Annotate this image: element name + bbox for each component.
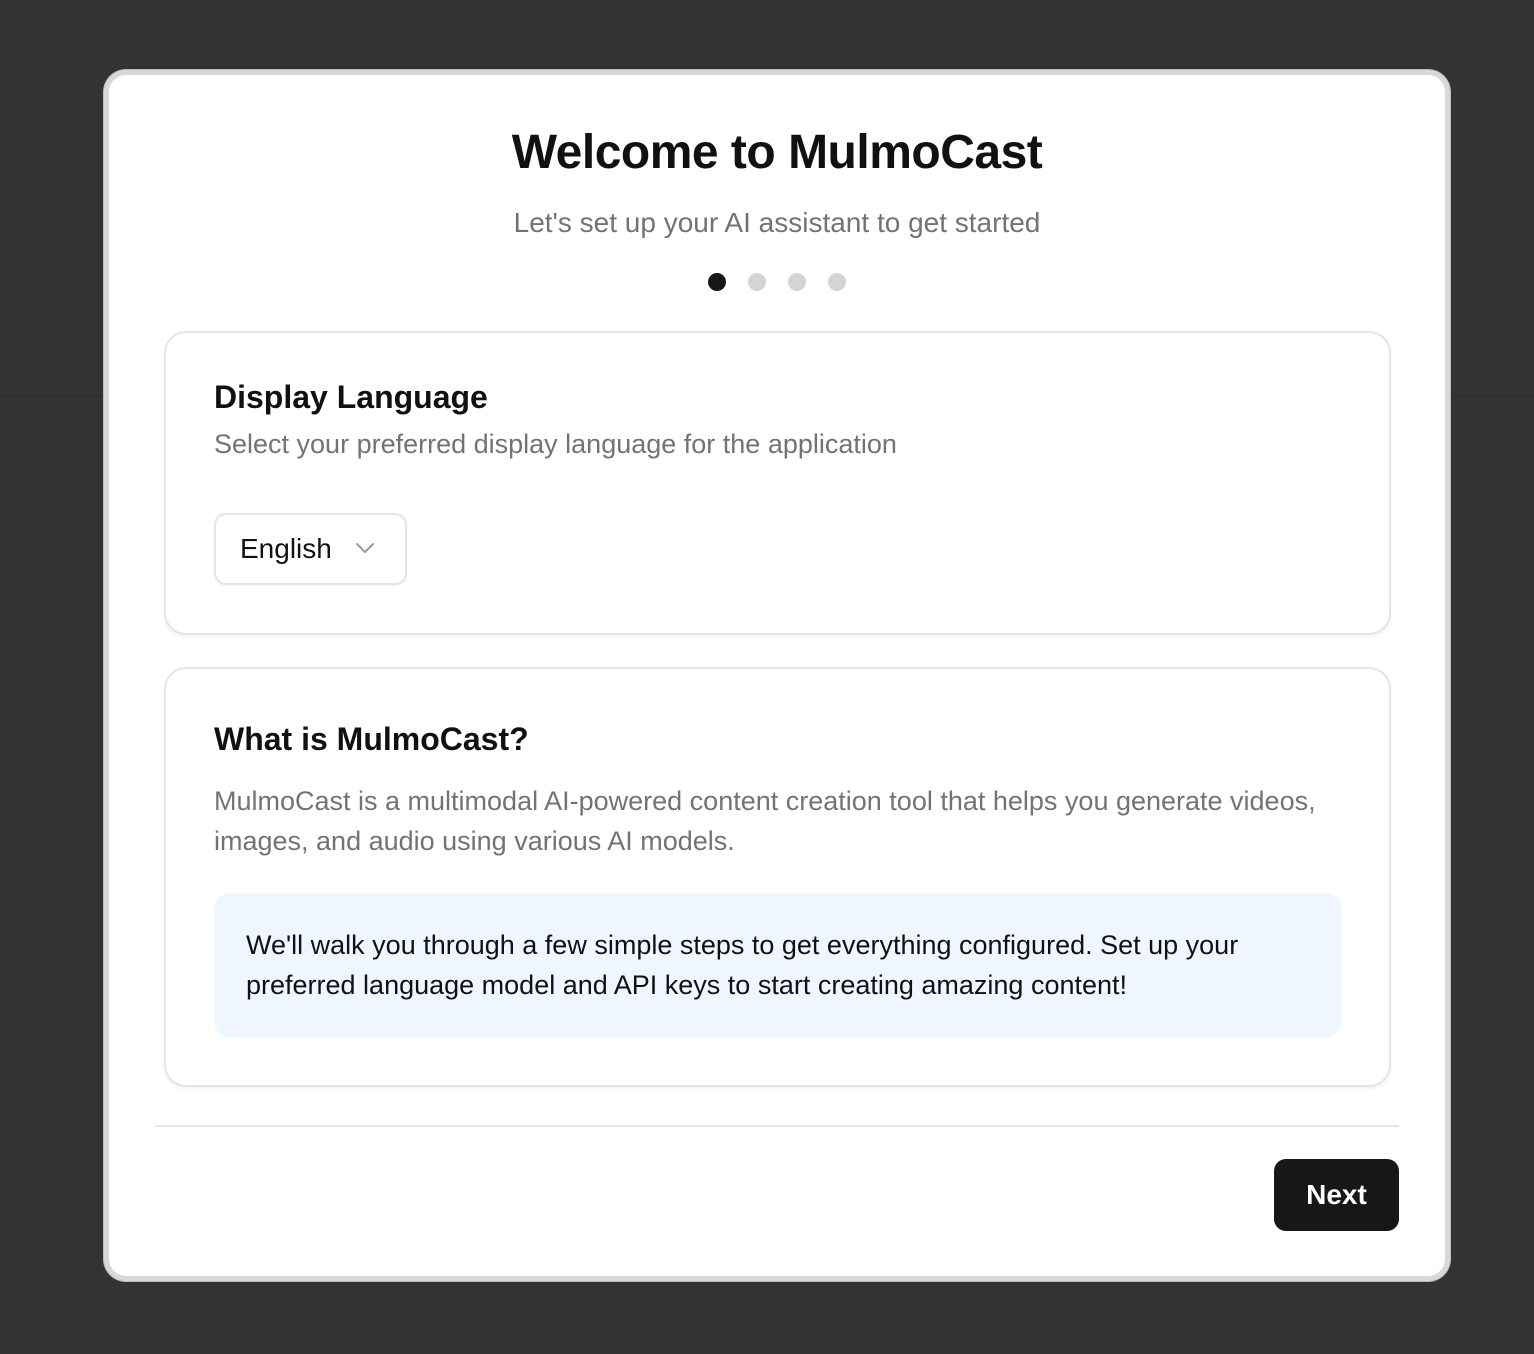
- step-dot-1: [708, 273, 726, 291]
- next-button[interactable]: Next: [1274, 1159, 1399, 1231]
- footer-divider: [155, 1125, 1399, 1127]
- about-card: What is MulmoCast? MulmoCast is a multim…: [164, 667, 1391, 1087]
- step-dot-3: [788, 273, 806, 291]
- step-dot-4: [828, 273, 846, 291]
- language-select-value: English: [240, 533, 332, 564]
- info-callout: We'll walk you through a few simple step…: [214, 893, 1342, 1037]
- onboarding-dialog: Welcome to MulmoCast Let's set up your A…: [104, 70, 1450, 1281]
- step-dot-2: [748, 273, 766, 291]
- display-language-description: Select your preferred display language f…: [214, 429, 897, 459]
- step-indicator: [109, 273, 1445, 291]
- dialog-subtitle: Let's set up your AI assistant to get st…: [513, 207, 1041, 238]
- display-language-card: Display Language Select your preferred d…: [164, 331, 1391, 635]
- chevron-down-icon: [356, 543, 374, 553]
- display-language-title: Display Language: [214, 379, 488, 415]
- dialog-title: Welcome to MulmoCast: [511, 126, 1043, 179]
- language-select[interactable]: English: [214, 513, 407, 585]
- about-title: What is MulmoCast?: [214, 721, 529, 757]
- about-description: MulmoCast is a multimodal AI-powered con…: [214, 786, 1316, 856]
